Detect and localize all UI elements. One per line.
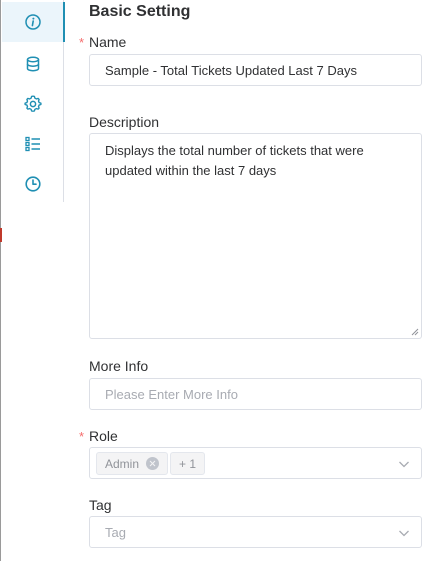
resize-handle-icon[interactable]: [411, 328, 419, 336]
info-icon: [25, 14, 41, 30]
section-title: Basic Setting: [89, 3, 191, 20]
sidebar-item-info[interactable]: [2, 2, 65, 42]
description-value: Displays the total number of tickets tha…: [105, 143, 364, 178]
more-info-placeholder: Please Enter More Info: [105, 387, 238, 402]
role-more-tag: + 1: [170, 452, 206, 475]
sidebar-item-history[interactable]: [2, 164, 64, 204]
sidebar-item-database[interactable]: [2, 44, 64, 84]
list-icon: [25, 136, 40, 152]
chevron-down-icon[interactable]: [398, 458, 410, 470]
role-tag-admin: Admin: [96, 452, 169, 475]
description-label: Description: [89, 114, 160, 130]
window-edge: [0, 0, 1, 561]
settings-sidebar: [2, 0, 65, 204]
role-tag-label: Admin: [105, 456, 140, 471]
description-textarea[interactable]: Displays the total number of tickets tha…: [89, 133, 422, 339]
required-mark: *: [79, 429, 85, 444]
tag-label: Tag: [89, 497, 112, 513]
role-label: Role: [89, 428, 118, 444]
sidebar-item-settings[interactable]: [2, 84, 64, 124]
tag-placeholder: Tag: [105, 525, 126, 540]
clock-icon: [25, 176, 41, 192]
role-more-count: + 1: [179, 456, 197, 471]
name-value: Sample - Total Tickets Updated Last 7 Da…: [105, 63, 357, 78]
sidebar-item-list[interactable]: [2, 124, 64, 164]
more-info-input[interactable]: Please Enter More Info: [89, 378, 422, 410]
database-icon: [26, 56, 40, 72]
required-mark: *: [79, 35, 85, 50]
gear-icon: [24, 95, 42, 112]
role-select[interactable]: Admin + 1: [89, 447, 422, 479]
tag-select[interactable]: Tag: [89, 516, 422, 548]
chevron-down-icon[interactable]: [398, 527, 410, 539]
name-label: Name: [89, 34, 127, 50]
edge-marker: [0, 228, 2, 242]
remove-tag-icon[interactable]: [146, 457, 160, 470]
name-input[interactable]: Sample - Total Tickets Updated Last 7 Da…: [89, 54, 422, 86]
more-info-label: More Info: [89, 358, 149, 374]
